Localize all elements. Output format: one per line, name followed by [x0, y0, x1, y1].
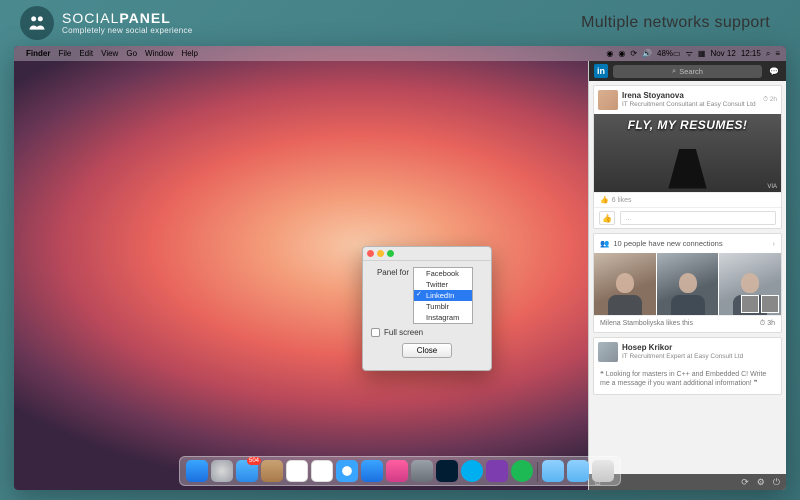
status-date[interactable]: Nov 12: [710, 49, 735, 58]
search-icon: ⌕: [672, 66, 676, 76]
post-time: ⏱ 2h: [763, 96, 777, 104]
feed-post: Irena Stoyanova IT Recruitment Consultan…: [593, 85, 782, 229]
status-volume-icon[interactable]: 🔊: [642, 49, 652, 58]
mac-desktop: Finder File Edit View Go Window Help ◉ ◉…: [14, 46, 786, 490]
status-skype-icon[interactable]: ◉: [618, 49, 625, 58]
status-viber-icon[interactable]: ◉: [606, 49, 613, 58]
dropdown-option[interactable]: Twitter: [414, 279, 472, 290]
mail-badge: 504: [247, 457, 261, 465]
post-body: ❝ Looking for masters in C++ and Embedde…: [594, 366, 781, 394]
like-button[interactable]: 👍: [599, 211, 615, 225]
menu-view[interactable]: View: [101, 49, 118, 58]
dock-preferences-icon[interactable]: [411, 460, 433, 482]
menu-edit[interactable]: Edit: [79, 49, 93, 58]
brand-name: SOCIALPANEL: [62, 11, 193, 25]
post-subtitle: IT Recruitment Consultant at Easy Consul…: [622, 101, 756, 108]
dock-calendar-icon[interactable]: [286, 460, 308, 482]
panel-for-label: Panel for: [371, 267, 413, 277]
zoom-traffic-light[interactable]: [387, 250, 394, 257]
menu-go[interactable]: Go: [126, 49, 137, 58]
feed-post: Hosep Krikor IT Recruitment Expert at Ea…: [593, 337, 782, 395]
preferences-window: Panel for Facebook Twitter LinkedIn Tumb…: [362, 246, 492, 371]
connections-card: 👥 10 people have new connections › Milen…: [593, 233, 782, 333]
dock-finder-icon[interactable]: [186, 460, 208, 482]
dropdown-option[interactable]: Instagram: [414, 312, 472, 323]
connection-thumb[interactable]: [761, 295, 779, 313]
dock-viber-icon[interactable]: [486, 460, 508, 482]
status-flag-icon[interactable]: ▦: [698, 49, 706, 58]
linkedin-icon[interactable]: in: [594, 64, 608, 78]
avatar[interactable]: [598, 342, 618, 362]
dock-trash-icon[interactable]: [592, 460, 614, 482]
dock-contacts-icon[interactable]: [261, 460, 283, 482]
dock-photoshop-icon[interactable]: [436, 460, 458, 482]
connections-icon: 👥: [600, 239, 609, 248]
status-time[interactable]: 12:15: [741, 49, 761, 58]
network-dropdown[interactable]: Facebook Twitter LinkedIn Tumblr Instagr…: [413, 267, 473, 324]
status-wifi-icon[interactable]: ᯤ: [686, 48, 693, 59]
chevron-right-icon[interactable]: ›: [773, 239, 776, 248]
dock-appstore-icon[interactable]: [361, 460, 383, 482]
window-titlebar[interactable]: [363, 247, 491, 261]
post-author[interactable]: Irena Stoyanova: [622, 92, 756, 101]
menubar-app[interactable]: Finder: [26, 49, 50, 58]
messages-icon[interactable]: 💬: [767, 64, 781, 78]
dock-mail-icon[interactable]: 504: [236, 460, 258, 482]
post-image-caption: FLY, MY RESUMES!: [594, 118, 781, 132]
like-line-time: ⏱ 3h: [760, 320, 775, 328]
via-badge: VIA: [767, 184, 777, 190]
search-input[interactable]: ⌕Search: [613, 65, 762, 78]
connection-thumb[interactable]: [741, 295, 759, 313]
dock-folder-icon[interactable]: [542, 460, 564, 482]
dock-downloads-icon[interactable]: [567, 460, 589, 482]
connection-face[interactable]: [718, 253, 781, 315]
dropdown-option[interactable]: Tumblr: [414, 301, 472, 312]
brand-tagline: Completely new social experience: [62, 27, 193, 35]
minimize-traffic-light[interactable]: [377, 250, 384, 257]
dock-launchpad-icon[interactable]: [211, 460, 233, 482]
status-battery[interactable]: 48% ▭: [657, 49, 681, 58]
dock-itunes-icon[interactable]: [386, 460, 408, 482]
dock-safari-icon[interactable]: [336, 460, 358, 482]
fullscreen-checkbox[interactable]: [371, 328, 380, 337]
social-panel: in ⌕Search 💬 Irena Stoyanova IT Recruitm…: [588, 61, 786, 490]
refresh-icon[interactable]: ⟳: [741, 477, 749, 488]
dock-skype-icon[interactable]: [461, 460, 483, 482]
comment-input[interactable]: …: [620, 211, 776, 225]
menubar: Finder File Edit View Go Window Help ◉ ◉…: [14, 46, 786, 61]
post-author[interactable]: Hosep Krikor: [622, 344, 743, 353]
connections-text: 10 people have new connections: [613, 239, 722, 248]
dock-spotify-icon[interactable]: [511, 460, 533, 482]
brand-logo: [20, 6, 54, 40]
close-button[interactable]: Close: [402, 343, 452, 358]
post-subtitle: IT Recruitment Expert at Easy Consult Lt…: [622, 353, 743, 360]
power-icon[interactable]: ⏻: [773, 477, 780, 488]
dock-divider: [537, 462, 538, 482]
close-traffic-light[interactable]: [367, 250, 374, 257]
dock: 504: [179, 456, 621, 486]
likes-count[interactable]: 👍 6 likes: [594, 193, 638, 207]
post-image[interactable]: FLY, MY RESUMES! VIA: [594, 114, 781, 192]
headline: Multiple networks support: [581, 14, 770, 32]
like-line-text: Milena Stamboliyska likes this: [600, 320, 693, 328]
menu-help[interactable]: Help: [181, 49, 197, 58]
dropdown-option-selected[interactable]: LinkedIn: [414, 290, 472, 301]
spotlight-icon[interactable]: ⌕: [766, 49, 770, 59]
connection-face[interactable]: [656, 253, 719, 315]
menu-window[interactable]: Window: [145, 49, 173, 58]
avatar[interactable]: [598, 90, 618, 110]
status-sync-icon[interactable]: ⟳: [630, 49, 637, 58]
dock-reminders-icon[interactable]: [311, 460, 333, 482]
menu-file[interactable]: File: [58, 49, 71, 58]
fullscreen-label: Full screen: [384, 328, 423, 337]
dropdown-option[interactable]: Facebook: [414, 268, 472, 279]
connections-grid[interactable]: [594, 253, 781, 315]
notification-center-icon[interactable]: ≡: [775, 49, 780, 58]
connection-face[interactable]: [594, 253, 656, 315]
settings-icon[interactable]: ⚙: [757, 477, 765, 488]
